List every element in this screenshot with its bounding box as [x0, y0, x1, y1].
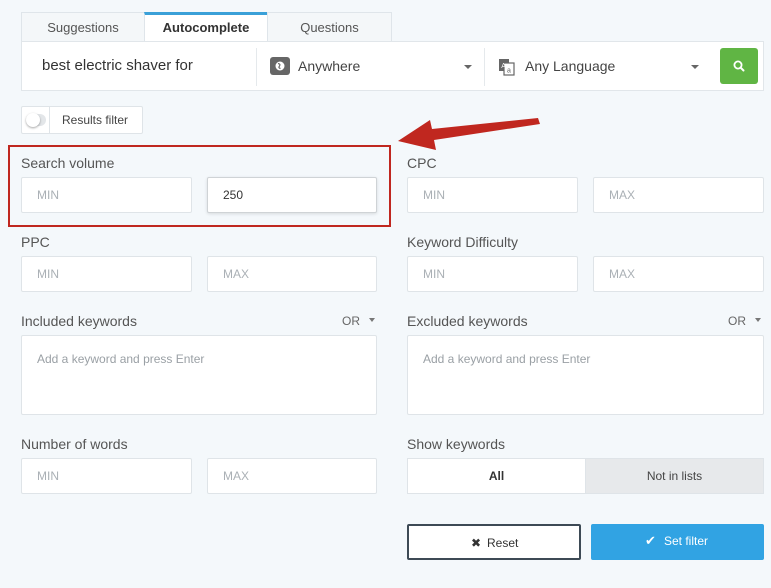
language-select[interactable]: Any Language: [525, 58, 615, 74]
svg-text:a: a: [507, 68, 511, 75]
excluded-keywords-input[interactable]: Add a keyword and press Enter: [407, 335, 764, 415]
excluded-operator-select[interactable]: OR: [728, 314, 746, 328]
globe-icon: [270, 57, 290, 75]
search-input[interactable]: best electric shaver for: [42, 57, 193, 74]
chevron-down-icon[interactable]: [464, 65, 472, 69]
tab-suggestions[interactable]: Suggestions: [21, 12, 145, 42]
keyword-difficulty-max-input[interactable]: MAX: [593, 256, 764, 292]
chevron-down-icon[interactable]: [369, 318, 375, 322]
reset-label: Reset: [487, 536, 519, 550]
cpc-max-input[interactable]: MAX: [593, 177, 764, 213]
ppc-max-input[interactable]: MAX: [207, 256, 377, 292]
reset-button[interactable]: ✖ Reset: [407, 524, 581, 560]
location-select[interactable]: Anywhere: [298, 58, 360, 74]
show-keywords-all-option[interactable]: All: [407, 458, 586, 494]
set-filter-label: Set filter: [664, 534, 709, 548]
number-of-words-label: Number of words: [21, 436, 128, 452]
set-filter-button[interactable]: ✔ Set filter: [591, 524, 764, 560]
ppc-label: PPC: [21, 234, 50, 250]
included-keywords-input[interactable]: Add a keyword and press Enter: [21, 335, 377, 415]
search-bar: best electric shaver for Anywhere A a An…: [21, 41, 764, 91]
keyword-difficulty-min-input[interactable]: MIN: [407, 256, 578, 292]
show-keywords-not-in-lists-option[interactable]: Not in lists: [585, 458, 764, 494]
keyword-difficulty-label: Keyword Difficulty: [407, 234, 519, 250]
tab-questions[interactable]: Questions: [267, 12, 392, 42]
tab-autocomplete[interactable]: Autocomplete: [144, 12, 268, 43]
ppc-min-input[interactable]: MIN: [21, 256, 192, 292]
highlight-box: [8, 145, 391, 227]
included-keywords-label: Included keywords: [21, 313, 137, 329]
included-operator-select[interactable]: OR: [342, 314, 360, 328]
show-keywords-label: Show keywords: [407, 436, 506, 452]
results-filter-toggle[interactable]: Results filter: [21, 106, 143, 134]
excluded-keywords-label: Excluded keywords: [407, 313, 528, 329]
chevron-down-icon[interactable]: [755, 318, 761, 322]
close-icon: ✖: [471, 536, 482, 550]
number-of-words-min-input[interactable]: MIN: [21, 458, 192, 494]
search-button[interactable]: [720, 48, 758, 84]
chevron-down-icon[interactable]: [691, 65, 699, 69]
divider: [484, 48, 485, 86]
checkmark-icon: ✔: [645, 533, 656, 548]
annotation-arrow: [398, 118, 540, 150]
toggle-knob: [26, 113, 40, 127]
svg-text:A: A: [501, 63, 506, 70]
results-filter-label: Results filter: [62, 113, 129, 127]
translate-icon: A a: [498, 58, 516, 76]
search-icon: [733, 60, 745, 72]
toggle-track[interactable]: [26, 113, 46, 127]
cpc-min-input[interactable]: MIN: [407, 177, 578, 213]
divider: [256, 48, 257, 86]
number-of-words-max-input[interactable]: MAX: [207, 458, 377, 494]
divider: [49, 107, 50, 133]
